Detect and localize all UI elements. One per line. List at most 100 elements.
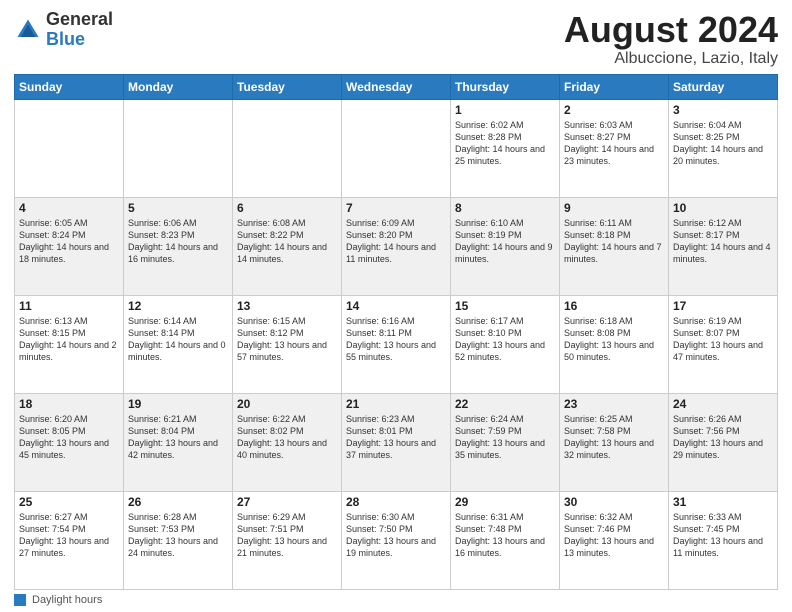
day-info: Sunrise: 6:16 AM Sunset: 8:11 PM Dayligh… (346, 315, 446, 364)
calendar-day-cell: 13 Sunrise: 6:15 AM Sunset: 8:12 PM Dayli… (233, 295, 342, 393)
page: General Blue August 2024 Albuccione, Laz… (0, 0, 792, 612)
calendar-day-cell: 23 Sunrise: 6:25 AM Sunset: 7:58 PM Dayli… (560, 393, 669, 491)
calendar-day-cell: 31 Sunrise: 6:33 AM Sunset: 7:45 PM Dayli… (669, 491, 778, 589)
day-info: Sunrise: 6:32 AM Sunset: 7:46 PM Dayligh… (564, 511, 664, 560)
calendar-week-row: 25 Sunrise: 6:27 AM Sunset: 7:54 PM Dayli… (15, 491, 778, 589)
calendar-day-cell: 1 Sunrise: 6:02 AM Sunset: 8:28 PM Daylig… (451, 99, 560, 197)
logo-icon (14, 16, 42, 44)
day-number: 8 (455, 201, 555, 215)
day-info: Sunrise: 6:31 AM Sunset: 7:48 PM Dayligh… (455, 511, 555, 560)
day-number: 2 (564, 103, 664, 117)
calendar-day-cell: 12 Sunrise: 6:14 AM Sunset: 8:14 PM Dayli… (124, 295, 233, 393)
calendar-day-cell: 11 Sunrise: 6:13 AM Sunset: 8:15 PM Dayli… (15, 295, 124, 393)
calendar-day-cell: 9 Sunrise: 6:11 AM Sunset: 8:18 PM Daylig… (560, 197, 669, 295)
day-info: Sunrise: 6:03 AM Sunset: 8:27 PM Dayligh… (564, 119, 664, 168)
day-number: 5 (128, 201, 228, 215)
header-row: SundayMondayTuesdayWednesdayThursdayFrid… (15, 74, 778, 99)
calendar-day-cell: 4Sunrise: 6:05 AM Sunset: 8:24 PM Daylig… (15, 197, 124, 295)
calendar-day-cell: 2 Sunrise: 6:03 AM Sunset: 8:27 PM Daylig… (560, 99, 669, 197)
day-info: Sunrise: 6:22 AM Sunset: 8:02 PM Dayligh… (237, 413, 337, 462)
calendar-day-cell: 3Sunrise: 6:04 AM Sunset: 8:25 PM Daylig… (669, 99, 778, 197)
calendar-body: 1 Sunrise: 6:02 AM Sunset: 8:28 PM Daylig… (15, 99, 778, 589)
day-number: 24 (673, 397, 773, 411)
day-info: Sunrise: 6:23 AM Sunset: 8:01 PM Dayligh… (346, 413, 446, 462)
calendar-day-cell (15, 99, 124, 197)
day-number: 1 (455, 103, 555, 117)
day-number: 14 (346, 299, 446, 313)
calendar-week-row: 1 Sunrise: 6:02 AM Sunset: 8:28 PM Daylig… (15, 99, 778, 197)
calendar-table: SundayMondayTuesdayWednesdayThursdayFrid… (14, 74, 778, 590)
calendar-day-cell: 30 Sunrise: 6:32 AM Sunset: 7:46 PM Dayli… (560, 491, 669, 589)
header-day: Tuesday (233, 74, 342, 99)
day-number: 22 (455, 397, 555, 411)
calendar-day-cell: 16Sunrise: 6:18 AM Sunset: 8:08 PM Dayli… (560, 295, 669, 393)
day-info: Sunrise: 6:33 AM Sunset: 7:45 PM Dayligh… (673, 511, 773, 560)
header-day: Thursday (451, 74, 560, 99)
day-number: 31 (673, 495, 773, 509)
calendar-title: August 2024 (564, 10, 778, 50)
day-number: 3 (673, 103, 773, 117)
calendar-day-cell: 20 Sunrise: 6:22 AM Sunset: 8:02 PM Dayli… (233, 393, 342, 491)
day-number: 20 (237, 397, 337, 411)
calendar-day-cell: 14 Sunrise: 6:16 AM Sunset: 8:11 PM Dayli… (342, 295, 451, 393)
calendar-day-cell: 26Sunrise: 6:28 AM Sunset: 7:53 PM Dayli… (124, 491, 233, 589)
day-info: Sunrise: 6:18 AM Sunset: 8:08 PM Dayligh… (564, 315, 664, 364)
day-info: Sunrise: 6:27 AM Sunset: 7:54 PM Dayligh… (19, 511, 119, 560)
calendar-day-cell: 10Sunrise: 6:12 AM Sunset: 8:17 PM Dayli… (669, 197, 778, 295)
header: General Blue August 2024 Albuccione, Laz… (14, 10, 778, 68)
calendar-day-cell: 22 Sunrise: 6:24 AM Sunset: 7:59 PM Dayli… (451, 393, 560, 491)
day-number: 13 (237, 299, 337, 313)
logo-general-text: General (46, 9, 113, 29)
header-day: Saturday (669, 74, 778, 99)
day-info: Sunrise: 6:09 AM Sunset: 8:20 PM Dayligh… (346, 217, 446, 266)
day-number: 29 (455, 495, 555, 509)
day-info: Sunrise: 6:02 AM Sunset: 8:28 PM Dayligh… (455, 119, 555, 168)
footer-dot (14, 594, 26, 606)
day-number: 4 (19, 201, 119, 215)
day-info: Sunrise: 6:14 AM Sunset: 8:14 PM Dayligh… (128, 315, 228, 364)
calendar-day-cell: 24 Sunrise: 6:26 AM Sunset: 7:56 PM Dayli… (669, 393, 778, 491)
calendar-day-cell: 25 Sunrise: 6:27 AM Sunset: 7:54 PM Dayli… (15, 491, 124, 589)
day-number: 9 (564, 201, 664, 215)
header-day: Monday (124, 74, 233, 99)
day-info: Sunrise: 6:11 AM Sunset: 8:18 PM Dayligh… (564, 217, 664, 266)
day-number: 25 (19, 495, 119, 509)
day-info: Sunrise: 6:06 AM Sunset: 8:23 PM Dayligh… (128, 217, 228, 266)
day-info: Sunrise: 6:25 AM Sunset: 7:58 PM Dayligh… (564, 413, 664, 462)
logo-blue-text: Blue (46, 29, 85, 49)
calendar-header: SundayMondayTuesdayWednesdayThursdayFrid… (15, 74, 778, 99)
logo-text: General Blue (46, 10, 113, 50)
day-number: 15 (455, 299, 555, 313)
day-info: Sunrise: 6:13 AM Sunset: 8:15 PM Dayligh… (19, 315, 119, 364)
calendar-day-cell (342, 99, 451, 197)
day-info: Sunrise: 6:29 AM Sunset: 7:51 PM Dayligh… (237, 511, 337, 560)
day-number: 6 (237, 201, 337, 215)
day-number: 27 (237, 495, 337, 509)
footer: Daylight hours (14, 594, 778, 606)
day-number: 30 (564, 495, 664, 509)
day-number: 12 (128, 299, 228, 313)
title-block: August 2024 Albuccione, Lazio, Italy (564, 10, 778, 68)
day-info: Sunrise: 6:21 AM Sunset: 8:04 PM Dayligh… (128, 413, 228, 462)
day-number: 10 (673, 201, 773, 215)
day-number: 19 (128, 397, 228, 411)
calendar-week-row: 11 Sunrise: 6:13 AM Sunset: 8:15 PM Dayli… (15, 295, 778, 393)
calendar-day-cell: 8 Sunrise: 6:10 AM Sunset: 8:19 PM Daylig… (451, 197, 560, 295)
day-info: Sunrise: 6:24 AM Sunset: 7:59 PM Dayligh… (455, 413, 555, 462)
calendar-day-cell: 21Sunrise: 6:23 AM Sunset: 8:01 PM Dayli… (342, 393, 451, 491)
calendar-day-cell: 5 Sunrise: 6:06 AM Sunset: 8:23 PM Daylig… (124, 197, 233, 295)
calendar-day-cell (124, 99, 233, 197)
day-number: 23 (564, 397, 664, 411)
day-info: Sunrise: 6:15 AM Sunset: 8:12 PM Dayligh… (237, 315, 337, 364)
header-day: Friday (560, 74, 669, 99)
calendar-day-cell (233, 99, 342, 197)
footer-label: Daylight hours (32, 594, 102, 606)
day-number: 11 (19, 299, 119, 313)
day-info: Sunrise: 6:10 AM Sunset: 8:19 PM Dayligh… (455, 217, 555, 266)
calendar-week-row: 18Sunrise: 6:20 AM Sunset: 8:05 PM Dayli… (15, 393, 778, 491)
day-info: Sunrise: 6:20 AM Sunset: 8:05 PM Dayligh… (19, 413, 119, 462)
calendar-day-cell: 7Sunrise: 6:09 AM Sunset: 8:20 PM Daylig… (342, 197, 451, 295)
day-info: Sunrise: 6:26 AM Sunset: 7:56 PM Dayligh… (673, 413, 773, 462)
calendar-day-cell: 18Sunrise: 6:20 AM Sunset: 8:05 PM Dayli… (15, 393, 124, 491)
day-info: Sunrise: 6:28 AM Sunset: 7:53 PM Dayligh… (128, 511, 228, 560)
